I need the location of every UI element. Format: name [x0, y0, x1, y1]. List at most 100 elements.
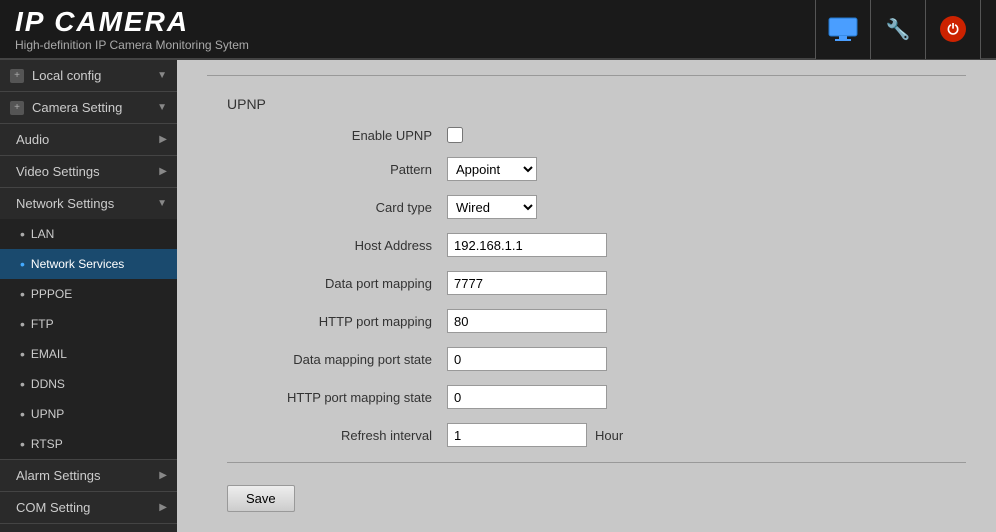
form-row-refresh-interval: Refresh interval Hour	[227, 423, 966, 447]
sidebar-subitem-label: UPNP	[31, 407, 64, 421]
sidebar-section-ball: Ball Configuration ▶	[0, 524, 177, 532]
dot-icon: •	[20, 226, 25, 242]
sidebar-section-video: Video Settings ▶	[0, 156, 177, 188]
sidebar-section-local: + Local config ▼	[0, 60, 177, 92]
logo: IP CAMERA High-definition IP Camera Moni…	[15, 6, 815, 52]
dot-icon: •	[20, 436, 25, 452]
data-port-label: Data port mapping	[227, 276, 447, 291]
form-row-pattern: Pattern Appoint Auto	[227, 157, 966, 181]
main-layout: + Local config ▼ + Camera Setting ▼ Audi…	[0, 60, 996, 532]
app-subtitle: High-definition IP Camera Monitoring Syt…	[15, 38, 815, 52]
dot-icon: •	[20, 406, 25, 422]
sidebar-item-label: Local config	[32, 68, 101, 83]
sidebar-item-label: Audio	[16, 132, 49, 147]
content-area: UPNP Enable UPNP Pattern Appoint Auto Ca…	[177, 60, 996, 532]
sidebar-item-label: Video Settings	[16, 164, 100, 179]
card-type-label: Card type	[227, 200, 447, 215]
sidebar-item-audio[interactable]: Audio ▶	[0, 124, 177, 155]
http-mapping-state-input[interactable]	[447, 385, 607, 409]
chevron-right-icon: ▶	[159, 134, 167, 145]
hour-label: Hour	[595, 428, 623, 443]
refresh-interval-input[interactable]	[447, 423, 587, 447]
card-type-select[interactable]: Wired Wireless	[447, 195, 537, 219]
sidebar-item-label: COM Setting	[16, 500, 90, 515]
sidebar-item-label: Network Settings	[16, 196, 114, 211]
sidebar-subitem-label: DDNS	[31, 377, 65, 391]
http-mapping-state-label: HTTP port mapping state	[227, 390, 447, 405]
host-address-label: Host Address	[227, 238, 447, 253]
form-row-card-type: Card type Wired Wireless	[227, 195, 966, 219]
sidebar-subitem-network-services[interactable]: • Network Services	[0, 249, 177, 279]
pattern-select[interactable]: Appoint Auto	[447, 157, 537, 181]
sidebar-section-camera: + Camera Setting ▼	[0, 92, 177, 124]
header: IP CAMERA High-definition IP Camera Moni…	[0, 0, 996, 60]
app-title: IP CAMERA	[15, 6, 815, 38]
pattern-label: Pattern	[227, 162, 447, 177]
enable-upnp-checkbox[interactable]	[447, 127, 463, 143]
dot-icon: •	[20, 286, 25, 302]
monitor-button[interactable]	[816, 0, 871, 59]
dot-icon: •	[20, 316, 25, 332]
settings-button[interactable]: 🔧	[871, 0, 926, 59]
save-button[interactable]: Save	[227, 485, 295, 512]
sidebar-subitem-pppoe[interactable]: • PPPOE	[0, 279, 177, 309]
sidebar-subitem-label: RTSP	[31, 437, 63, 451]
chevron-right-icon: ▶	[159, 502, 167, 513]
header-icons: 🔧 ⏻	[815, 0, 981, 59]
form-row-data-port: Data port mapping	[227, 271, 966, 295]
top-divider	[207, 75, 966, 76]
sidebar-subitem-label: PPPOE	[31, 287, 72, 301]
power-button[interactable]: ⏻	[926, 0, 981, 59]
sidebar-subitem-email[interactable]: • EMAIL	[0, 339, 177, 369]
form-row-enable-upnp: Enable UPNP	[227, 127, 966, 143]
form-row-data-mapping-state: Data mapping port state	[227, 347, 966, 371]
chevron-right-icon: ▶	[159, 166, 167, 177]
dot-icon: •	[20, 346, 25, 362]
section-title: UPNP	[227, 96, 966, 112]
data-mapping-state-label: Data mapping port state	[227, 352, 447, 367]
plus-icon: +	[10, 69, 24, 83]
sidebar-subitem-ftp[interactable]: • FTP	[0, 309, 177, 339]
sidebar-subitem-label: Network Services	[31, 257, 124, 271]
bottom-divider	[227, 462, 966, 463]
sidebar-item-local-config[interactable]: + Local config ▼	[0, 60, 177, 91]
sidebar-item-label: Camera Setting	[32, 100, 122, 115]
power-icon: ⏻	[940, 16, 966, 42]
sidebar-section-com: COM Setting ▶	[0, 492, 177, 524]
form-row-http-port: HTTP port mapping	[227, 309, 966, 333]
save-row: Save	[227, 475, 966, 512]
wrench-icon: 🔧	[886, 17, 911, 42]
form-row-http-mapping-state: HTTP port mapping state	[227, 385, 966, 409]
sidebar: + Local config ▼ + Camera Setting ▼ Audi…	[0, 60, 177, 532]
sidebar-item-label: Alarm Settings	[16, 468, 101, 483]
sidebar-item-com-setting[interactable]: COM Setting ▶	[0, 492, 177, 523]
sidebar-section-network: Network Settings ▼ • LAN • Network Servi…	[0, 188, 177, 460]
sidebar-subitem-label: FTP	[31, 317, 54, 331]
sidebar-item-ball-configuration[interactable]: Ball Configuration ▶	[0, 524, 177, 532]
sidebar-subitem-rtsp[interactable]: • RTSP	[0, 429, 177, 459]
sidebar-subitem-ddns[interactable]: • DDNS	[0, 369, 177, 399]
sidebar-section-alarm: Alarm Settings ▶	[0, 460, 177, 492]
sidebar-section-audio: Audio ▶	[0, 124, 177, 156]
chevron-down-icon: ▼	[157, 70, 167, 81]
sidebar-subitem-label: EMAIL	[31, 347, 67, 361]
host-address-input[interactable]	[447, 233, 607, 257]
refresh-row: Hour	[447, 423, 623, 447]
data-mapping-state-input[interactable]	[447, 347, 607, 371]
data-port-input[interactable]	[447, 271, 607, 295]
chevron-down-icon: ▼	[157, 198, 167, 209]
sidebar-subitem-lan[interactable]: • LAN	[0, 219, 177, 249]
chevron-right-icon: ▶	[159, 470, 167, 481]
sidebar-item-network-settings[interactable]: Network Settings ▼	[0, 188, 177, 219]
form-row-host-address: Host Address	[227, 233, 966, 257]
sidebar-subitem-label: LAN	[31, 227, 54, 241]
sidebar-subitem-upnp[interactable]: • UPNP	[0, 399, 177, 429]
sidebar-item-video-settings[interactable]: Video Settings ▶	[0, 156, 177, 187]
sidebar-item-camera-setting[interactable]: + Camera Setting ▼	[0, 92, 177, 123]
chevron-down-icon: ▼	[157, 102, 167, 113]
monitor-icon	[828, 17, 858, 41]
sidebar-item-alarm-settings[interactable]: Alarm Settings ▶	[0, 460, 177, 491]
plus-icon: +	[10, 101, 24, 115]
enable-upnp-label: Enable UPNP	[227, 128, 447, 143]
http-port-input[interactable]	[447, 309, 607, 333]
